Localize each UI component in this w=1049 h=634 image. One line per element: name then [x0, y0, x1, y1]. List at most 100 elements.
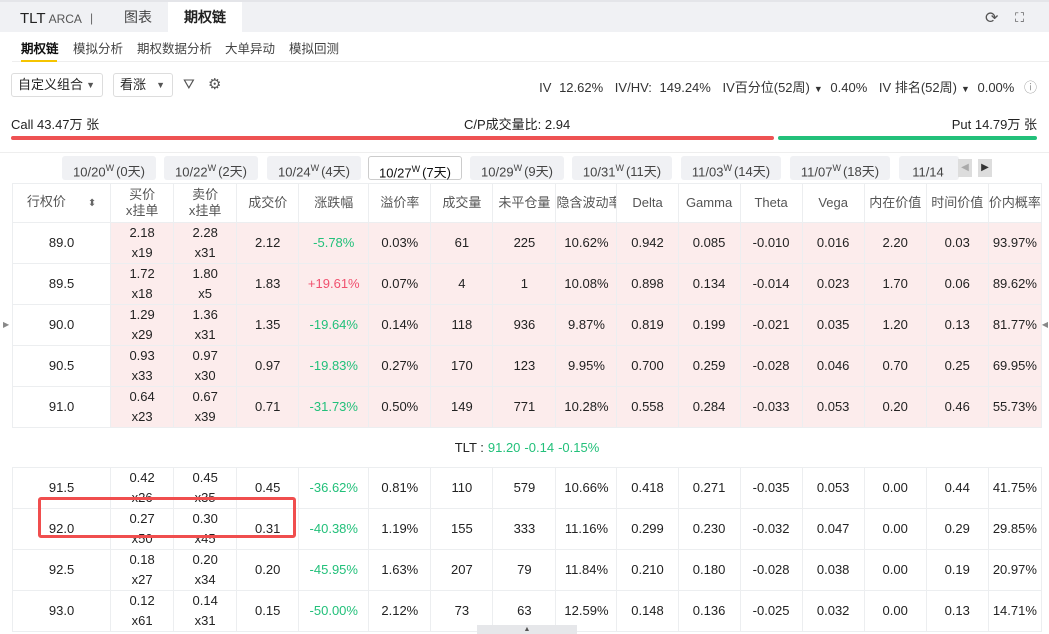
ivhv-label: IV/HV: [614, 80, 652, 95]
last-cell: 0.20 [236, 549, 300, 591]
info-icon[interactable]: ⓘ [1024, 80, 1037, 95]
column-header[interactable]: Theta [739, 183, 803, 223]
delta-value: 0.558 [631, 399, 664, 414]
column-header[interactable]: 涨跌幅 [298, 183, 370, 223]
gamma-value: 0.259 [692, 358, 726, 373]
iv-cell: 10.28% [555, 386, 618, 428]
iv-cell: 9.87% [555, 304, 618, 346]
iv-rank-select[interactable]: IV 排名(52周) [879, 80, 957, 95]
expiry-tab[interactable]: 10/27W (7天) [368, 156, 462, 180]
combo-select[interactable]: 自定义组合 ▼ [11, 73, 103, 97]
intrinsic-value: 0.00 [882, 603, 908, 618]
last-value: 0.20 [255, 562, 281, 577]
itm-prob-cell: 29.85% [987, 508, 1043, 550]
itm-prob-value: 81.77% [992, 317, 1037, 332]
subnav-simulation[interactable]: 模拟分析 [73, 38, 123, 57]
scroll-right-button[interactable]: ▶ [978, 159, 992, 177]
subnav-backtest[interactable]: 模拟回测 [289, 38, 339, 57]
time-value-value: 0.25 [944, 358, 970, 373]
delta-cell: 0.942 [616, 222, 679, 264]
delta-cell: 0.210 [616, 549, 679, 591]
change-pct-value: -50.00% [309, 603, 358, 618]
time-value-cell: 0.25 [925, 345, 989, 387]
vega-value: 0.023 [816, 276, 850, 291]
time-value-cell: 0.44 [925, 467, 989, 509]
expiry-weekly-mark: W [411, 164, 421, 174]
expiry-days: (18天) [842, 164, 880, 180]
last-cell: 0.15 [236, 590, 300, 632]
delta-value: 0.898 [631, 276, 664, 291]
ask-value: 0.67 [192, 389, 218, 404]
column-label: 时间价值 [931, 195, 984, 210]
column-header[interactable]: 成交价 [236, 183, 300, 223]
subnav-option-chain[interactable]: 期权链 [21, 38, 59, 57]
theta-cell: -0.010 [739, 222, 803, 264]
expiry-tab[interactable]: 10/29W (9天) [470, 156, 564, 180]
itm-prob-cell: 55.73% [987, 386, 1043, 428]
iv-value: 10.66% [564, 480, 609, 495]
expiry-tab[interactable]: 10/20W (0天) [62, 156, 156, 180]
ask-cell: 0.14 x31 [173, 590, 238, 632]
bid-cell: 0.12 x61 [110, 590, 175, 632]
scroll-up-handle[interactable]: ▲ [477, 625, 577, 634]
column-header[interactable]: Vega [801, 183, 865, 223]
column-header[interactable]: 买价 x挂单 [110, 183, 175, 223]
expiry-weekly-mark: W [207, 163, 217, 173]
expiry-tab[interactable]: 11/03W (14天) [681, 156, 781, 180]
table-row[interactable]: 90.5 0.93 x33 0.97 x30 0.97 -19.83% 0.27% 170 123… [11, 345, 1043, 387]
table-row[interactable]: 90.0 1.29 x29 1.36 x31 1.35 -19.64% 0.14% 118 936… [11, 304, 1043, 346]
right-collapse-icon[interactable]: ◀ [1042, 320, 1048, 329]
direction-select[interactable]: 看涨 ▼ [113, 73, 173, 97]
column-header[interactable]: 隐含波动率 [555, 183, 618, 223]
column-header[interactable]: 行权价 ⬍ [11, 183, 112, 223]
expiry-tab[interactable]: 10/24W (4天) [267, 156, 361, 180]
caret-down-icon[interactable]: ▼ [814, 84, 823, 94]
ask-size: x30 [194, 368, 216, 383]
column-header[interactable]: 时间价值 [925, 183, 989, 223]
column-header[interactable]: Gamma [677, 183, 741, 223]
bid-cell: 0.64 x23 [110, 386, 175, 428]
refresh-icon[interactable]: ⟳ [985, 8, 998, 28]
bid-value: 2.18 [129, 225, 155, 240]
column-header[interactable]: 价内概率 [987, 183, 1043, 223]
theta-value: -0.028 [752, 358, 790, 373]
subnav-big-orders[interactable]: 大单异动 [225, 38, 275, 57]
scroll-left-button[interactable]: ◀ [958, 159, 972, 177]
column-label: 隐含波动率 [556, 195, 617, 210]
left-collapse-icon[interactable]: ▶ [3, 320, 9, 329]
intrinsic-value: 1.70 [882, 276, 908, 291]
column-header[interactable]: 溢价率 [368, 183, 432, 223]
premium-cell: 0.03% [368, 222, 432, 264]
column-header[interactable]: Delta [616, 183, 679, 223]
column-label: 成交量 [442, 195, 482, 210]
volume-value: 61 [454, 235, 470, 250]
sort-icon[interactable]: ⬍ [88, 198, 96, 209]
tab-option-chain[interactable]: 期权链 [168, 2, 242, 32]
change-pct-cell: -45.95% [298, 549, 370, 591]
gamma-cell: 0.136 [677, 590, 741, 632]
gear-icon[interactable]: ⚙ [208, 75, 221, 93]
column-header[interactable]: 未平仓量 [492, 183, 557, 223]
expiry-tab[interactable]: 10/22W (2天) [164, 156, 258, 180]
caret-down-icon[interactable]: ▼ [961, 84, 970, 94]
expiry-tab[interactable]: 11/14 [899, 156, 959, 180]
table-row[interactable]: 89.5 1.72 x18 1.80 x5 1.83 +19.61% 0.07% 4 1 10.08… [11, 263, 1043, 305]
fullscreen-icon[interactable]: ⛶ [1015, 10, 1024, 26]
expiry-tab[interactable]: 10/31W (11天) [572, 156, 672, 180]
theta-value: -0.010 [752, 235, 790, 250]
tab-chart[interactable]: 图表 [108, 2, 168, 32]
gamma-value: 0.180 [692, 562, 726, 577]
column-header[interactable]: 成交量 [430, 183, 494, 223]
filter-icon[interactable]: ⛛ [183, 76, 195, 93]
table-row[interactable]: 92.5 0.18 x27 0.20 x34 0.20 -45.95% 1.63% 207 79 1… [11, 549, 1043, 591]
subnav-option-data[interactable]: 期权数据分析 [137, 38, 212, 57]
column-header[interactable]: 卖价 x挂单 [173, 183, 238, 223]
expiry-tab[interactable]: 11/07W (18天) [790, 156, 890, 180]
theta-cell: -0.033 [739, 386, 803, 428]
table-row[interactable]: 91.0 0.64 x23 0.67 x39 0.71 -31.73% 0.50% 149 771… [11, 386, 1043, 428]
column-header[interactable]: 内在价值 [863, 183, 927, 223]
table-row[interactable]: 89.0 2.18 x19 2.28 x31 2.12 -5.78% 0.03% 61 225 10… [11, 222, 1043, 264]
iv-value: 11.16% [564, 521, 609, 536]
change-pct-cell: -36.62% [298, 467, 370, 509]
iv-percentile-select[interactable]: IV百分位(52周) [722, 80, 809, 95]
